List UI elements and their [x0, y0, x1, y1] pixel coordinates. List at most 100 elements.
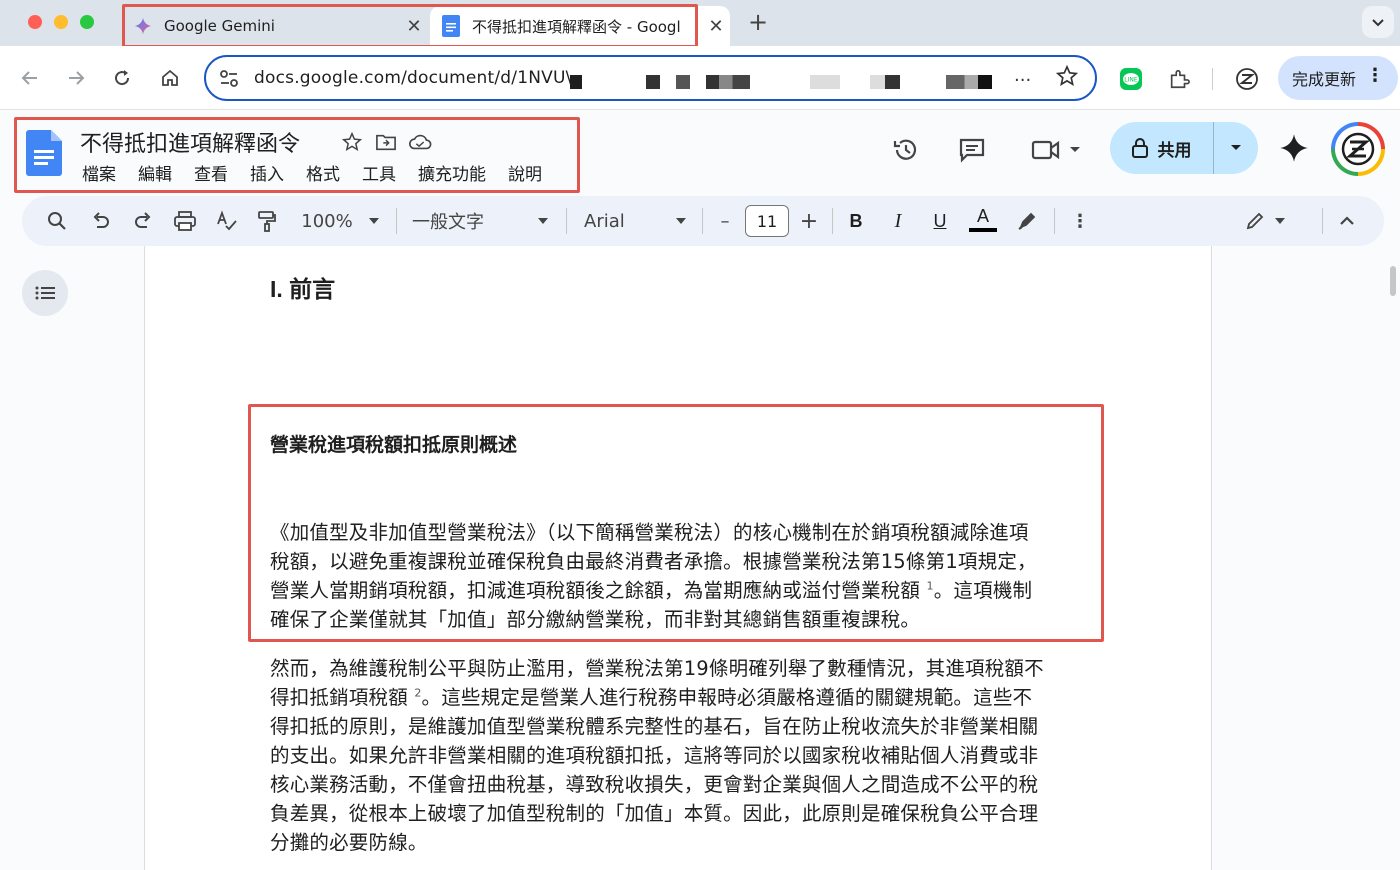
text-color-letter: A — [976, 206, 989, 226]
document-title[interactable]: 不得抵扣進項解釋函令 — [80, 126, 300, 158]
zoom-value: 100% — [301, 210, 353, 232]
url-ellipsis: ... — [1014, 65, 1032, 86]
toolbar-divider — [1054, 208, 1055, 234]
menu-help[interactable]: 說明 — [508, 160, 542, 185]
print-button[interactable] — [172, 206, 198, 236]
redo-icon — [135, 212, 151, 228]
back-button[interactable] — [12, 60, 48, 96]
zoom-select[interactable]: 100% — [298, 206, 382, 236]
hide-menus-button[interactable] — [1334, 206, 1360, 236]
bold-button[interactable]: B — [844, 206, 868, 236]
docs-favicon-icon — [440, 15, 462, 37]
minimize-window-button[interactable] — [54, 15, 68, 29]
arrow-right-icon — [69, 71, 85, 85]
heading-introduction: I. 前言 — [270, 276, 336, 302]
caret-down-icon — [1275, 218, 1285, 224]
scrollbar-thumb[interactable] — [1390, 266, 1396, 296]
tab-close-icon[interactable]: ✕ — [702, 16, 730, 37]
cloud-saved-icon[interactable] — [408, 130, 432, 154]
update-label: 完成更新 — [1292, 70, 1357, 89]
line-extension-icon[interactable]: LINE — [1114, 62, 1148, 96]
tab-strip: Google Gemini ✕ 不得抵扣進項解釋函令 - Googl ✕ + — [0, 0, 1400, 46]
menu-edit[interactable]: 編輯 — [138, 160, 172, 185]
reload-button[interactable] — [104, 60, 140, 96]
comments-button[interactable] — [954, 132, 990, 168]
paragraph-line: 得扣抵的原則，是維護加值型營業稅體系完整性的基石，旨在防止稅收流失於非營業相關 — [270, 715, 1039, 738]
profile-z-icon[interactable] — [1230, 62, 1264, 96]
docs-logo-icon[interactable] — [26, 130, 62, 176]
account-avatar[interactable] — [1331, 122, 1385, 176]
spellcheck-button[interactable] — [214, 206, 240, 236]
address-bar[interactable]: docs.google.com/document/d/1NVU\ ... — [204, 55, 1097, 101]
highlight-color-button[interactable] — [1014, 206, 1040, 236]
decrease-font-size-button[interactable]: – — [714, 206, 736, 236]
section-subheading: 營業稅進項稅額扣抵原則概述 — [270, 434, 518, 456]
more-menu-icon[interactable]: ⋮ — [1366, 65, 1384, 86]
toolbar-divider — [396, 208, 397, 234]
menu-format[interactable]: 格式 — [306, 160, 340, 185]
tab-google-gemini[interactable]: Google Gemini ✕ — [122, 6, 428, 46]
text-color-button[interactable]: A — [968, 204, 998, 234]
menu-view[interactable]: 查看 — [194, 160, 228, 185]
underline-button[interactable]: U — [928, 206, 952, 236]
more-tools-button[interactable]: ⋮ — [1068, 206, 1092, 236]
footnote-ref-2[interactable]: 2 — [414, 687, 421, 700]
menu-file[interactable]: 檔案 — [82, 160, 116, 185]
home-button[interactable] — [152, 60, 188, 96]
tab-search-button[interactable] — [1362, 6, 1394, 38]
new-tab-button[interactable]: + — [748, 8, 768, 36]
forward-button[interactable] — [58, 60, 94, 96]
menu-extensions[interactable]: 擴充功能 — [418, 160, 486, 185]
menu-insert[interactable]: 插入 — [250, 160, 284, 185]
spellcheck-icon — [217, 210, 237, 231]
caret-down-icon — [1070, 147, 1080, 152]
paint-format-button[interactable] — [254, 206, 280, 236]
increase-font-size-button[interactable]: + — [798, 206, 820, 236]
redo-button[interactable] — [130, 206, 156, 236]
document-outline-button[interactable] — [22, 270, 68, 316]
paragraph-style-select[interactable]: 一般文字 — [412, 206, 548, 236]
toolbar-divider — [702, 208, 703, 234]
redacted-block — [570, 75, 582, 89]
redacted-block — [946, 75, 992, 89]
tab-close-icon[interactable]: ✕ — [400, 16, 428, 37]
toolbar-divider — [832, 208, 833, 234]
gemini-sparkle-button[interactable] — [1276, 130, 1312, 166]
version-history-button[interactable] — [888, 132, 924, 168]
extensions-puzzle-icon[interactable] — [1162, 62, 1196, 96]
paragraph-line: 營業人當期銷項稅額，扣減進項稅額後之餘額，為當期應納或溢付營業稅額 1。這項機制 — [270, 579, 1033, 602]
history-icon — [893, 139, 917, 160]
site-settings-icon[interactable] — [218, 68, 240, 94]
redacted-block — [706, 75, 750, 89]
share-dropdown-button[interactable] — [1214, 122, 1258, 174]
menu-tools[interactable]: 工具 — [362, 160, 396, 185]
font-family-select[interactable]: Arial — [584, 206, 686, 236]
move-folder-icon[interactable] — [374, 130, 398, 154]
paragraph-line: 的支出。如果允許非營業相關的進項稅額扣抵，這將等同於以國家稅收補貼個人消費或非 — [270, 744, 1039, 767]
share-label: 共用 — [1157, 140, 1192, 161]
star-icon[interactable] — [340, 130, 364, 154]
chevron-up-icon — [1340, 216, 1354, 225]
italic-button[interactable]: I — [886, 206, 910, 236]
bookmark-star-icon[interactable] — [1055, 64, 1079, 91]
arrow-left-icon — [21, 71, 37, 85]
highlighter-pen-icon — [1018, 212, 1036, 230]
close-window-button[interactable] — [28, 15, 42, 29]
share-button[interactable]: 共用 — [1110, 122, 1214, 174]
footnote-ref-1[interactable]: 1 — [927, 580, 934, 593]
meet-button[interactable] — [1026, 132, 1086, 168]
maximize-window-button[interactable] — [80, 15, 94, 29]
update-button[interactable]: 完成更新 ⋮ — [1278, 56, 1398, 100]
tab-google-docs[interactable]: 不得抵扣進項解釋函令 - Googl ✕ — [430, 6, 730, 46]
search-menus-button[interactable] — [44, 206, 70, 236]
paragraph-line: 得扣抵銷項稅額 2。這些規定是營業人進行稅務申報時必須嚴格遵循的關鍵規範。這些不 — [270, 686, 1033, 709]
redacted-block — [676, 75, 690, 89]
editing-mode-select[interactable] — [1240, 206, 1290, 236]
text-color-swatch — [969, 228, 997, 232]
paragraph-1: 《加值型及非加值型營業稅法》（以下簡稱營業稅法）的核心機制在於銷項稅額減除進項 … — [270, 518, 1090, 634]
font-size-input[interactable]: 11 — [745, 205, 789, 237]
undo-button[interactable] — [88, 206, 114, 236]
search-icon — [48, 212, 66, 230]
paragraph-line: 確保了企業僅就其「加值」部分繳納營業稅，而非對其總銷售額重複課稅。 — [270, 608, 921, 631]
redacted-block — [810, 75, 840, 89]
